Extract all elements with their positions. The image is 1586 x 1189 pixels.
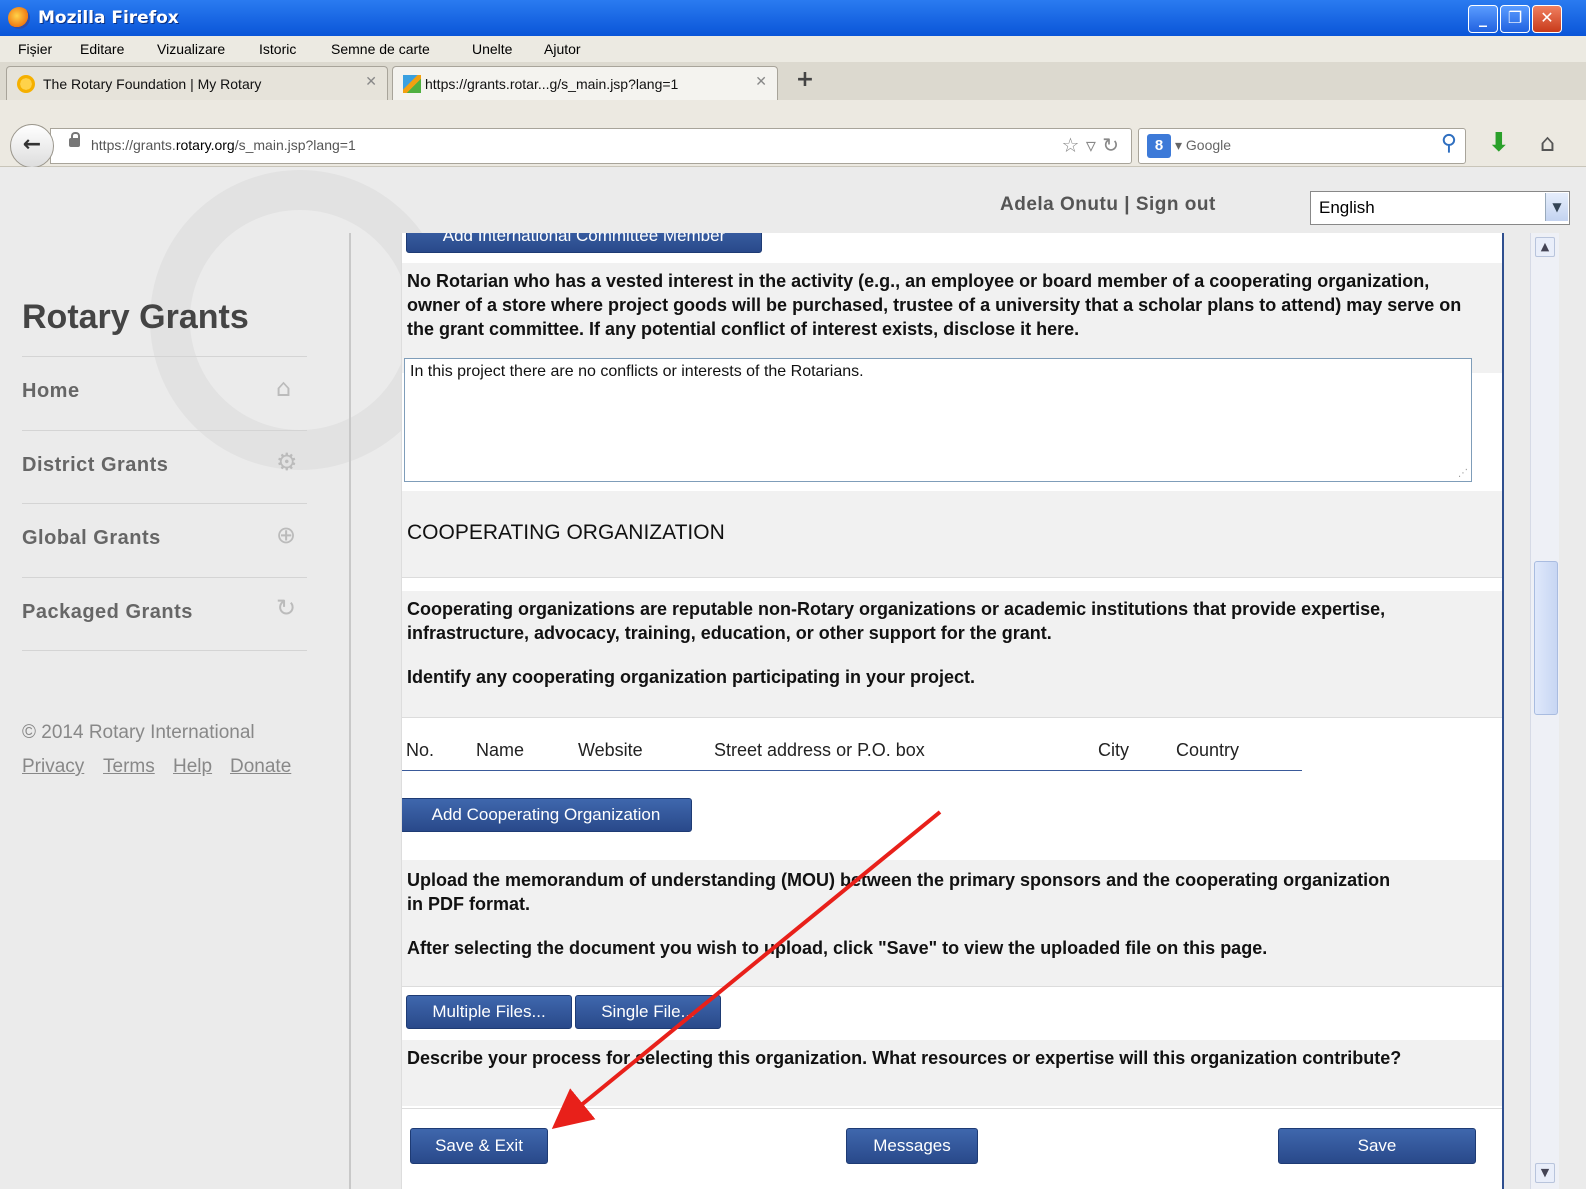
- annotation-arrow-icon: [551, 810, 942, 1130]
